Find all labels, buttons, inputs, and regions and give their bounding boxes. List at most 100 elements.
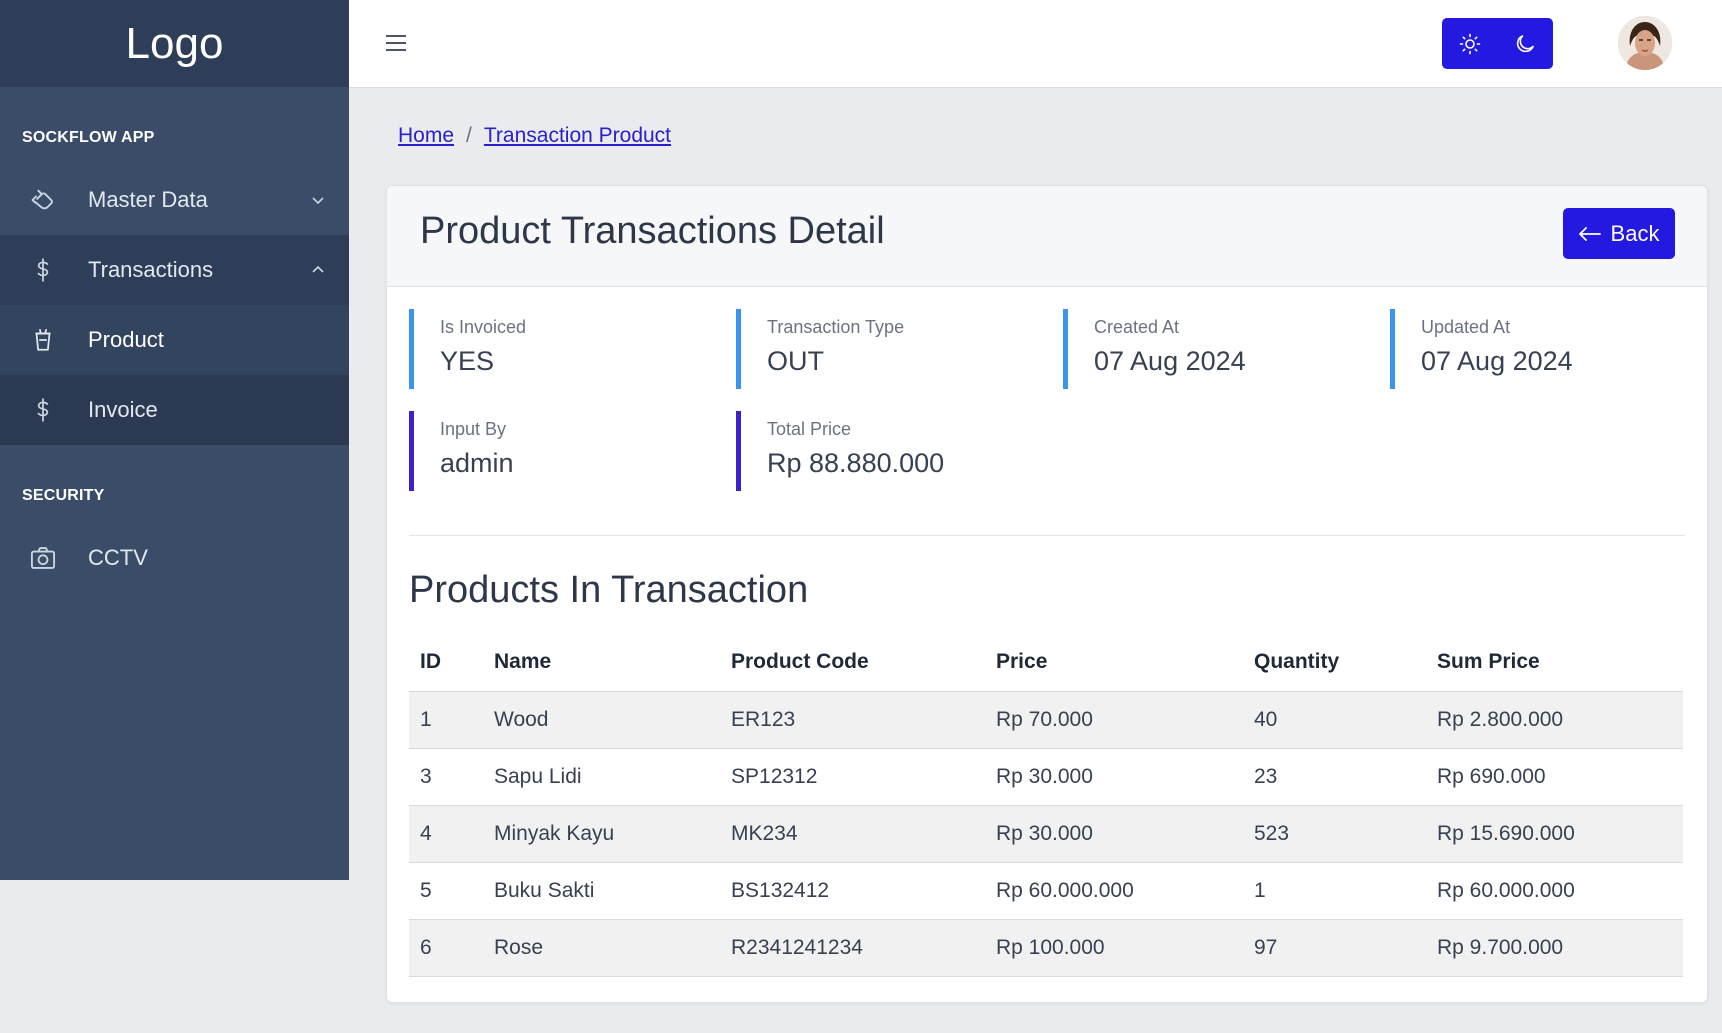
avatar[interactable] — [1618, 16, 1672, 70]
column-header-product-code: Product Code — [720, 633, 985, 692]
stat-updated-at: Updated At 07 Aug 2024 — [1390, 309, 1573, 389]
cell-name: Wood — [483, 691, 720, 749]
sidebar: Logo SOCKFLOW APP Master Data Transactio… — [0, 0, 349, 880]
page-title: Product Transactions Detail — [420, 210, 885, 252]
column-header-price: Price — [985, 633, 1243, 692]
topbar — [349, 0, 1722, 88]
sidebar-item-transactions[interactable]: Transactions — [0, 235, 349, 305]
cell-name: Minyak Kayu — [483, 805, 720, 863]
cell-sum-price: Rp 60.000.000 — [1426, 862, 1683, 920]
cell-id: 6 — [409, 919, 483, 977]
table-row: 4 Minyak Kayu MK234 Rp 30.000 523 Rp 15.… — [409, 805, 1683, 863]
dollar-icon — [28, 255, 58, 285]
cell-name: Rose — [483, 919, 720, 977]
hand-icon — [28, 185, 58, 215]
cell-quantity: 1 — [1243, 862, 1426, 920]
dollar-icon — [28, 395, 58, 425]
sidebar-item-invoice[interactable]: Invoice — [0, 375, 349, 445]
table-row: 1 Wood ER123 Rp 70.000 40 Rp 2.800.000 — [409, 691, 1683, 749]
breadcrumb-home-link[interactable]: Home — [398, 124, 454, 147]
sidebar-item-label: CCTV — [88, 545, 148, 570]
cell-product-code: ER123 — [720, 691, 985, 749]
stat-value: 07 Aug 2024 — [1421, 346, 1573, 376]
sidebar-item-master-data[interactable]: Master Data — [0, 165, 349, 235]
cell-price: Rp 100.000 — [985, 919, 1243, 977]
cell-name: Buku Sakti — [483, 862, 720, 920]
section-title-security: SECURITY — [22, 487, 105, 504]
chevron-down-icon — [309, 191, 327, 209]
theme-toggle[interactable] — [1442, 18, 1553, 69]
column-header-sum-price: Sum Price — [1426, 633, 1683, 692]
sun-icon[interactable] — [1442, 18, 1498, 69]
cell-sum-price: Rp 15.690.000 — [1426, 805, 1683, 863]
table-header-row: ID Name Product Code Price Quantity Sum … — [409, 633, 1683, 692]
divider — [409, 535, 1685, 536]
column-header-quantity: Quantity — [1243, 633, 1426, 692]
breadcrumb-current-link[interactable]: Transaction Product — [484, 124, 671, 147]
stat-value: YES — [440, 346, 495, 376]
table-row: 5 Buku Sakti BS132412 Rp 60.000.000 1 Rp… — [409, 862, 1683, 920]
cell-price: Rp 30.000 — [985, 748, 1243, 806]
stat-label: Total Price — [767, 419, 852, 439]
cell-price: Rp 60.000.000 — [985, 862, 1243, 920]
cell-product-code: SP12312 — [720, 748, 985, 806]
cell-id: 3 — [409, 748, 483, 806]
stat-is-invoiced: Is Invoiced YES — [409, 309, 526, 389]
chevron-up-icon — [309, 261, 327, 279]
breadcrumb-separator: / — [466, 124, 472, 147]
cell-product-code: MK234 — [720, 805, 985, 863]
products-table: ID Name Product Code Price Quantity Sum … — [409, 633, 1683, 977]
stat-value: OUT — [767, 346, 824, 376]
column-header-id: ID — [409, 633, 483, 692]
column-header-name: Name — [483, 633, 720, 692]
card-header: Product Transactions Detail Back — [387, 186, 1707, 287]
table-row: 6 Rose R2341241234 Rp 100.000 97 Rp 9.70… — [409, 919, 1683, 977]
stat-label: Updated At — [1421, 317, 1511, 337]
table-row: 3 Sapu Lidi SP12312 Rp 30.000 23 Rp 690.… — [409, 748, 1683, 806]
stat-input-by: Input By admin — [409, 411, 514, 491]
stat-label: Transaction Type — [767, 317, 905, 337]
cell-quantity: 40 — [1243, 691, 1426, 749]
sidebar-item-label: Product — [88, 327, 164, 352]
stat-value: 07 Aug 2024 — [1094, 346, 1246, 376]
stat-transaction-type: Transaction Type OUT — [736, 309, 904, 389]
arrow-left-icon — [1578, 226, 1601, 241]
back-button[interactable]: Back — [1563, 208, 1675, 259]
camera-icon — [28, 543, 58, 573]
cup-icon — [28, 325, 58, 355]
sidebar-item-label: Invoice — [88, 397, 158, 422]
cell-sum-price: Rp 690.000 — [1426, 748, 1683, 806]
cell-id: 5 — [409, 862, 483, 920]
cell-sum-price: Rp 2.800.000 — [1426, 691, 1683, 749]
cell-name: Sapu Lidi — [483, 748, 720, 806]
sidebar-item-label: Transactions — [88, 257, 214, 282]
products-heading: Products In Transaction — [409, 569, 809, 611]
stat-created-at: Created At 07 Aug 2024 — [1063, 309, 1246, 389]
cell-id: 1 — [409, 691, 483, 749]
stat-label: Created At — [1094, 317, 1180, 337]
back-button-label: Back — [1610, 220, 1660, 246]
cell-product-code: BS132412 — [720, 862, 985, 920]
sidebar-item-product[interactable]: Product — [0, 305, 349, 375]
sidebar-item-label: Master Data — [88, 187, 208, 212]
stat-value: Rp 88.880.000 — [767, 448, 945, 478]
breadcrumb: Home / Transaction Product — [398, 124, 671, 148]
hamburger-menu-icon[interactable] — [381, 28, 411, 58]
cell-price: Rp 70.000 — [985, 691, 1243, 749]
cell-quantity: 523 — [1243, 805, 1426, 863]
transaction-detail-card: Product Transactions Detail Back Is Invo… — [386, 185, 1708, 1003]
stat-total-price: Total Price Rp 88.880.000 — [736, 411, 944, 491]
cell-quantity: 23 — [1243, 748, 1426, 806]
cell-sum-price: Rp 9.700.000 — [1426, 919, 1683, 977]
cell-price: Rp 30.000 — [985, 805, 1243, 863]
stat-value: admin — [440, 448, 514, 478]
cell-product-code: R2341241234 — [720, 919, 985, 977]
cell-quantity: 97 — [1243, 919, 1426, 977]
sidebar-item-cctv[interactable]: CCTV — [0, 523, 349, 593]
cell-id: 4 — [409, 805, 483, 863]
stat-label: Is Invoiced — [440, 317, 527, 337]
section-title-sockflow-app: SOCKFLOW APP — [22, 129, 155, 146]
moon-icon[interactable] — [1498, 18, 1554, 69]
stat-label: Input By — [440, 419, 507, 439]
logo[interactable]: Logo — [0, 0, 349, 87]
